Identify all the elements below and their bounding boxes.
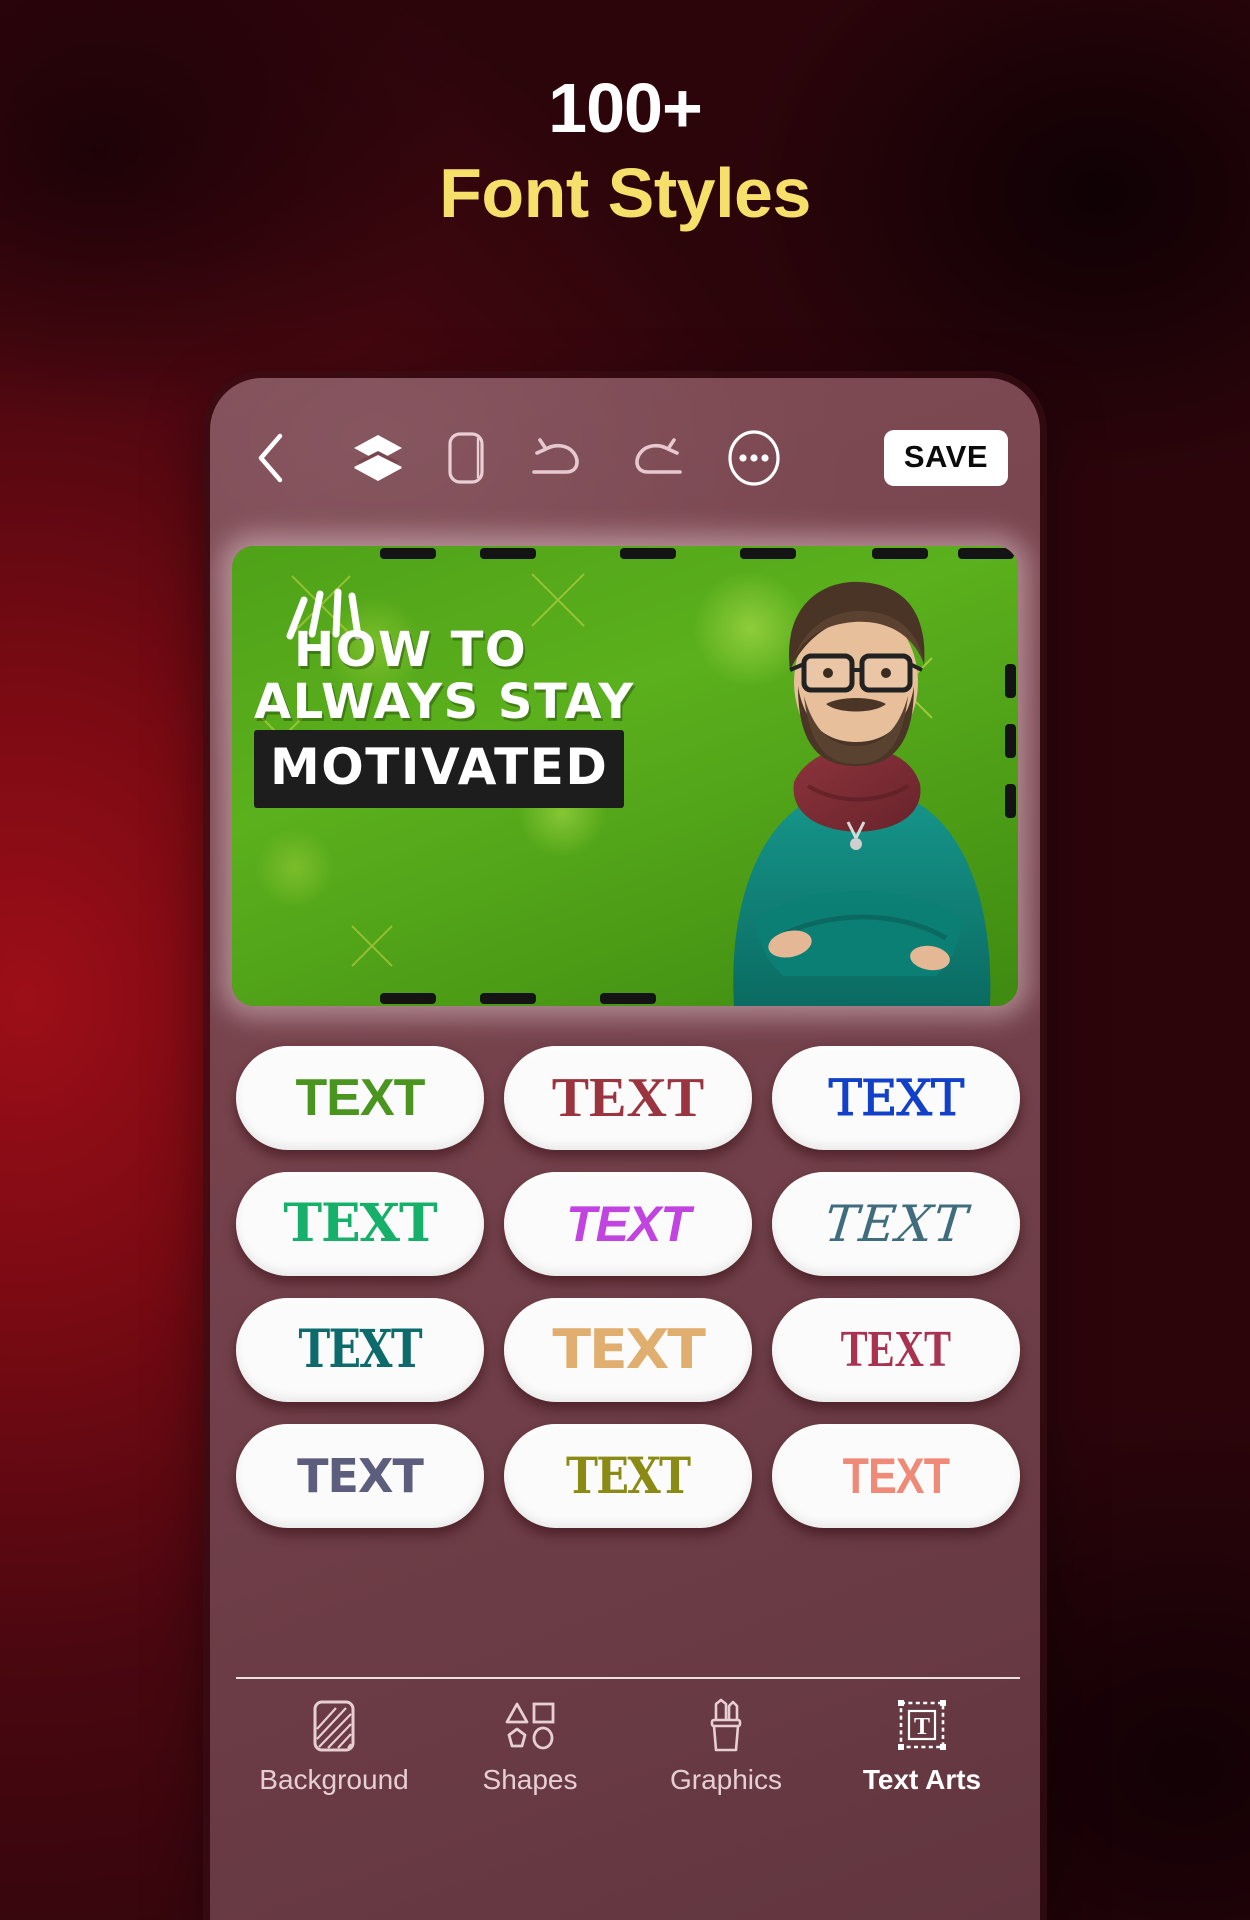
font-style-12[interactable]: TEXT [772,1424,1020,1528]
chevron-left-icon[interactable] [242,428,298,488]
font-style-1[interactable]: TEXT [236,1046,484,1150]
selection-handle[interactable] [1005,664,1016,698]
selection-handle[interactable] [958,548,1014,559]
canvas-text-line-2[interactable]: ALWAYS STAY [254,674,635,730]
pencil-cup-icon [703,1698,749,1754]
font-style-grid: TEXT TEXT TEXT TEXT TEXT TEXT TEXT TEXT … [236,1046,1020,1528]
font-style-label: TEXT [298,1319,423,1380]
font-style-label: TEXT [297,1449,424,1503]
font-style-8[interactable]: TEXT [504,1298,752,1402]
nav-label: Graphics [669,1764,783,1795]
shapes-icon [503,1698,557,1754]
font-style-label: TEXT [295,1069,426,1127]
selection-handle[interactable] [380,548,436,559]
selection-handle[interactable] [480,993,536,1004]
selection-handle[interactable] [1005,784,1016,818]
font-style-5[interactable]: TEXT [504,1172,752,1276]
page-title: 100+ Font Styles [0,69,1250,240]
font-style-label: TEXT [551,1067,705,1129]
nav-divider [236,1677,1020,1679]
layers-icon[interactable] [350,428,406,488]
text-box-icon: T [897,1698,947,1754]
font-style-label: TEXT [566,1446,691,1505]
nav-label: Text Arts [862,1764,982,1795]
font-style-label: TEXT [842,1448,950,1504]
nav-item-shapes[interactable]: Shapes [455,1698,605,1796]
svg-text:T: T [914,1714,930,1740]
font-style-4[interactable]: TEXT [236,1172,484,1276]
font-style-label: TEXT [828,1069,965,1127]
selection-handle[interactable] [740,548,796,559]
font-style-label: TEXT [840,1321,952,1378]
redo-arrow-icon[interactable] [626,428,688,488]
person-photo [733,581,991,1006]
selection-handle[interactable] [380,993,436,1004]
save-button[interactable]: SAVE [883,430,1008,486]
bottom-nav: Background Shapes Graphics T Text Arts [236,1698,1020,1796]
headline-line-2: Font Styles [439,153,811,232]
canvas-text-line-3[interactable]: MOTIVATED [254,730,625,808]
selection-handle[interactable] [600,993,656,1004]
nav-item-graphics[interactable]: Graphics [651,1698,801,1796]
canvas-text-line-1[interactable]: HOW TO [294,622,527,678]
selection-handle[interactable] [620,548,676,559]
font-style-label: TEXT [821,1195,971,1253]
design-canvas[interactable]: HOW TO ALWAYS STAY MOTIVATED [232,546,1018,1006]
background-hatch-icon [310,1698,358,1754]
font-style-10[interactable]: TEXT [236,1424,484,1528]
editor-toolbar: SAVE [210,418,1040,498]
selection-handle[interactable] [1005,724,1016,758]
font-style-11[interactable]: TEXT [504,1424,752,1528]
font-style-label: TEXT [566,1196,691,1252]
more-ellipsis-circle-icon[interactable] [726,428,782,488]
nav-label: Background [259,1764,409,1795]
font-style-3[interactable]: TEXT [772,1046,1020,1150]
nav-item-background[interactable]: Background [259,1698,409,1796]
font-style-6[interactable]: TEXT [772,1172,1020,1276]
undo-arrow-icon[interactable] [526,428,588,488]
canvas-frame-icon[interactable] [444,428,488,488]
nav-label: Shapes [482,1764,578,1795]
phone-mockup: SAVE HOW TO ALWAYS STAY MOTIVATED TEXT T… [210,378,1040,1920]
font-style-7[interactable]: TEXT [236,1298,484,1402]
font-style-label: TEXT [552,1318,706,1381]
selection-handle[interactable] [872,548,928,559]
font-style-label: TEXT [283,1193,437,1254]
font-style-2[interactable]: TEXT [504,1046,752,1150]
font-style-9[interactable]: TEXT [772,1298,1020,1402]
selection-handle[interactable] [480,548,536,559]
canvas-artboard[interactable]: HOW TO ALWAYS STAY MOTIVATED [232,546,1018,1006]
nav-item-text-arts[interactable]: T Text Arts [847,1698,997,1796]
headline-line-1: 100+ [548,69,703,147]
